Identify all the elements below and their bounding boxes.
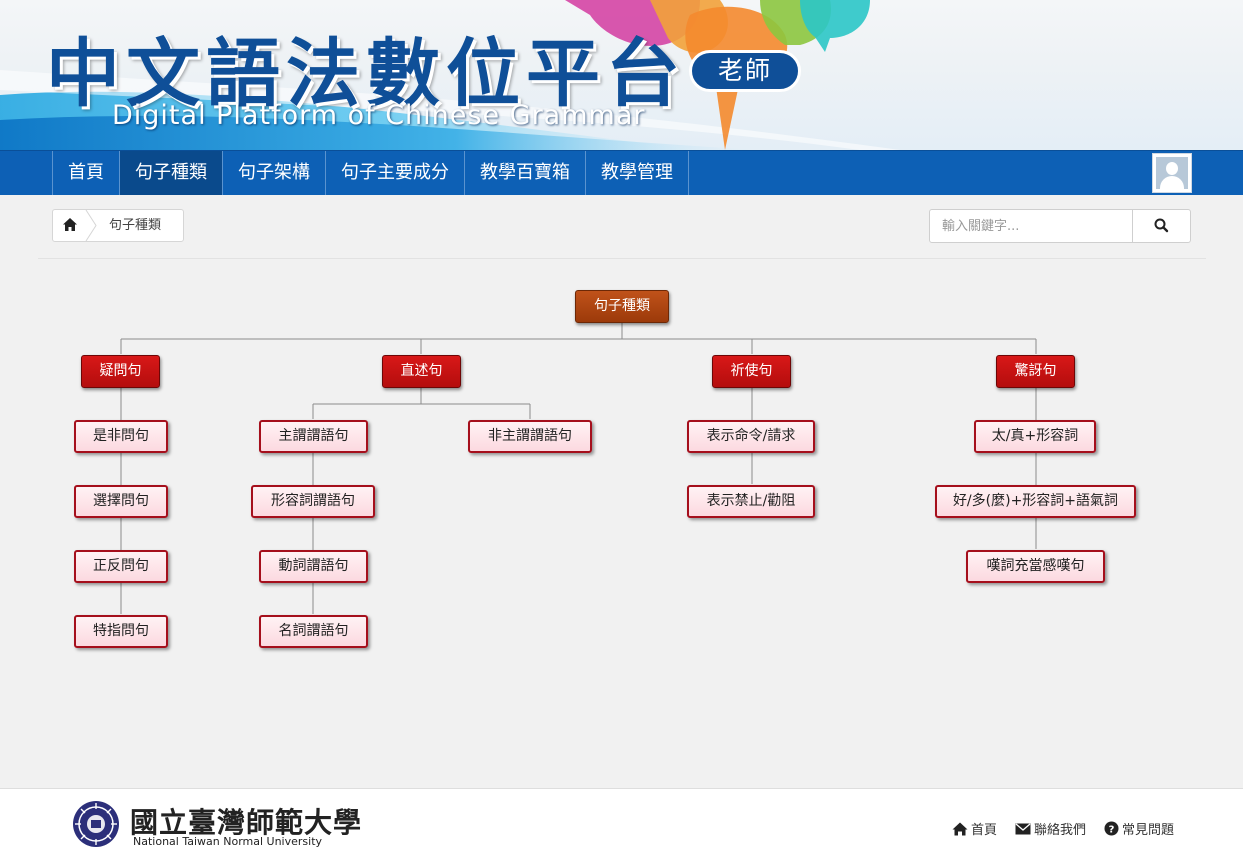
home-icon (952, 822, 968, 835)
breadcrumb-separator (85, 209, 97, 242)
leaf-choice-question[interactable]: 選擇問句 (74, 485, 168, 518)
breadcrumb-current: 句子種類 (109, 218, 162, 233)
leaf-verb-predicate[interactable]: 動詞謂語句 (259, 550, 368, 583)
leaf-non-subject-predicate[interactable]: 非主謂謂語句 (468, 420, 592, 453)
tree-root-node[interactable]: 句子種類 (575, 290, 669, 323)
leaf-command-request[interactable]: 表示命令/請求 (687, 420, 815, 453)
nav-item-teaching-management[interactable]: 教學管理 (586, 151, 689, 195)
user-avatar-icon[interactable] (1152, 153, 1192, 193)
leaf-subject-predicate[interactable]: 主謂謂語句 (259, 420, 368, 453)
question-circle-icon: ? (1104, 821, 1119, 836)
category-exclamatory[interactable]: 驚訝句 (996, 355, 1075, 388)
page-footer: 國立臺灣師範大學 National Taiwan Normal Universi… (0, 788, 1243, 866)
envelope-icon (1015, 823, 1031, 834)
footer-link-home[interactable]: 首頁 (952, 819, 997, 838)
leaf-how-adjective-particle[interactable]: 好/多(麼)+形容詞+語氣詞 (935, 485, 1136, 518)
nav-item-sentence-structure[interactable]: 句子架構 (223, 151, 326, 195)
leaf-yes-no-question[interactable]: 是非問句 (74, 420, 168, 453)
university-name-en: National Taiwan Normal University (133, 835, 323, 848)
nav-item-teaching-toolbox[interactable]: 教學百寶箱 (465, 151, 586, 195)
nav-menu: 首頁 句子種類 句子架構 句子主要成分 教學百寶箱 教學管理 (52, 151, 689, 195)
header-banner: 中文語法數位平台 Digital Platform of Chinese Gra… (0, 0, 1243, 150)
nav-item-sentence-types[interactable]: 句子種類 (120, 151, 223, 195)
search-icon (1154, 218, 1169, 233)
site-subtitle: Digital Platform of Chinese Grammar (112, 100, 646, 131)
main-navbar: 首頁 句子種類 句子架構 句子主要成分 教學百寶箱 教學管理 (0, 150, 1243, 195)
footer-link-faq[interactable]: ? 常見問題 (1104, 819, 1174, 838)
leaf-too-really-adjective[interactable]: 太/真+形容詞 (974, 420, 1096, 453)
leaf-prohibition-dissuasion[interactable]: 表示禁止/勸阻 (687, 485, 815, 518)
content-divider (38, 258, 1206, 259)
search-button[interactable] (1132, 209, 1191, 243)
search-box (929, 209, 1191, 243)
leaf-interjection-exclamation[interactable]: 嘆詞充當感嘆句 (966, 550, 1105, 583)
leaf-adjective-predicate[interactable]: 形容詞謂語句 (251, 485, 375, 518)
footer-link-contact-label: 聯絡我們 (1034, 823, 1087, 838)
category-imperative[interactable]: 祈使句 (712, 355, 791, 388)
breadcrumb: 句子種類 (52, 209, 184, 242)
leaf-noun-predicate[interactable]: 名詞謂語句 (259, 615, 368, 648)
footer-links: 首頁 聯絡我們 ? 常見問題 (952, 819, 1192, 838)
search-input[interactable] (929, 209, 1134, 243)
category-question[interactable]: 疑問句 (81, 355, 160, 388)
nav-item-home[interactable]: 首頁 (53, 151, 120, 195)
svg-text:?: ? (1109, 824, 1115, 835)
footer-link-contact[interactable]: 聯絡我們 (1015, 819, 1086, 838)
leaf-a-not-a-question[interactable]: 正反問句 (74, 550, 168, 583)
university-seal-logo (73, 801, 119, 847)
footer-link-faq-label: 常見問題 (1122, 823, 1175, 838)
footer-link-home-label: 首頁 (971, 823, 998, 838)
home-icon[interactable] (53, 210, 87, 241)
role-badge: 老師 (689, 50, 801, 92)
category-declarative[interactable]: 直述句 (382, 355, 461, 388)
leaf-wh-question[interactable]: 特指問句 (74, 615, 168, 648)
nav-item-sentence-components[interactable]: 句子主要成分 (326, 151, 465, 195)
